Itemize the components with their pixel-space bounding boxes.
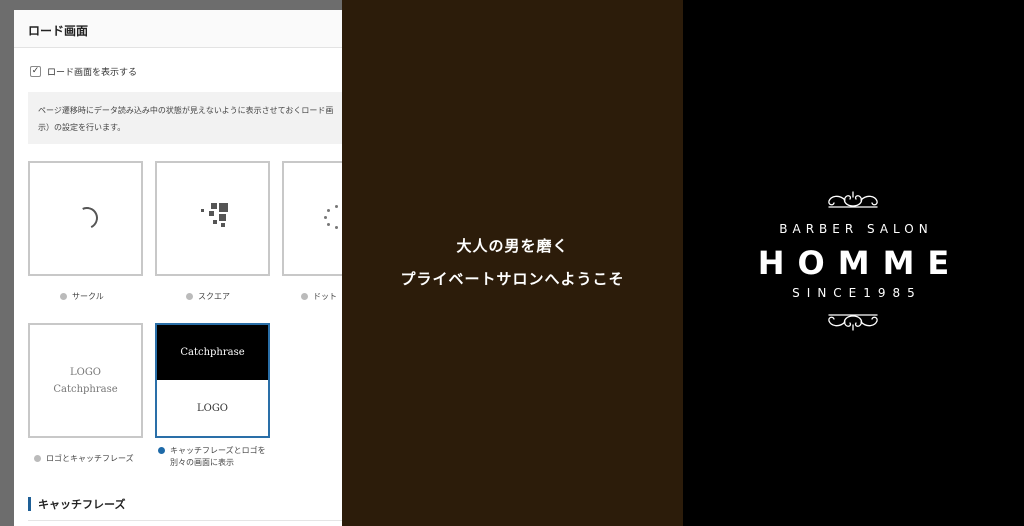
loading-settings-panel: ロード画面 ✓ ロード画面を表示する ページ遷移時にデータ読み込み中の状態が見え… (0, 0, 342, 526)
radio-icon (60, 293, 67, 300)
option-separate-screens[interactable]: Catchphrase LOGO (155, 323, 270, 438)
option-circle-label[interactable]: サークル (60, 291, 104, 303)
option-logo-catchphrase[interactable]: LOGO Catchphrase (28, 323, 143, 438)
preview-logo-screen: LOGO (196, 402, 229, 414)
preview-catchphrase-text: Catchphrase (53, 383, 118, 395)
radio-selected-icon (158, 447, 165, 454)
option-circle[interactable] (28, 161, 143, 276)
option-square[interactable] (155, 161, 270, 276)
option-dot[interactable] (282, 161, 342, 276)
circle-spinner-icon (72, 203, 102, 233)
flourish-ornament-icon (828, 191, 878, 208)
radio-icon (34, 455, 41, 462)
checkbox-checked-icon[interactable]: ✓ (30, 66, 41, 77)
logo-screen: BARBER SALON HOMME SINCE1985 (683, 0, 1024, 526)
catchphrase-line-2: プライベートサロンへようこそ (400, 270, 625, 288)
brand-logo-text: HOMME (757, 244, 963, 282)
show-loading-toggle[interactable]: ✓ ロード画面を表示する (30, 65, 137, 78)
catchphrase-section-heading: キャッチフレーズ (28, 496, 125, 512)
option-square-label[interactable]: スクエア (186, 291, 230, 303)
option-dot-label[interactable]: ドット (301, 291, 337, 303)
description-line-2: 示）の設定を行います。 (38, 123, 126, 132)
dot-spinner-icon (324, 205, 342, 229)
flourish-ornament-icon (828, 314, 878, 331)
radio-icon (186, 293, 193, 300)
preview-catchphrase-screen: Catchphrase (157, 325, 268, 380)
divider (28, 520, 342, 521)
preview-logo-text: LOGO (69, 366, 102, 378)
settings-card: ロード画面 ✓ ロード画面を表示する ページ遷移時にデータ読み込み中の状態が見え… (14, 10, 342, 526)
description-box: ページ遷移時にデータ読み込み中の状態が見えないように表示させておくロード画 示）… (28, 92, 342, 144)
show-loading-label: ロード画面を表示する (47, 68, 138, 78)
option-separate-screens-label[interactable]: キャッチフレーズとロゴを 別々の画面に表示 (158, 445, 266, 469)
square-loader-icon (201, 203, 231, 233)
catchphrase-screen: 大人の男を磨く プライベートサロンへようこそ (342, 0, 683, 526)
catchphrase-line-1: 大人の男を磨く (456, 237, 569, 255)
section-accent-bar (28, 497, 31, 511)
brand-since: SINCE1985 (792, 286, 922, 300)
option-logo-catchphrase-label[interactable]: ロゴとキャッチフレーズ (34, 453, 134, 465)
description-line-1: ページ遷移時にデータ読み込み中の状態が見えないように表示させておくロード画 (38, 106, 334, 115)
radio-icon (301, 293, 308, 300)
brand-subtitle: BARBER SALON (779, 222, 933, 236)
panel-title: ロード画面 (14, 10, 342, 48)
